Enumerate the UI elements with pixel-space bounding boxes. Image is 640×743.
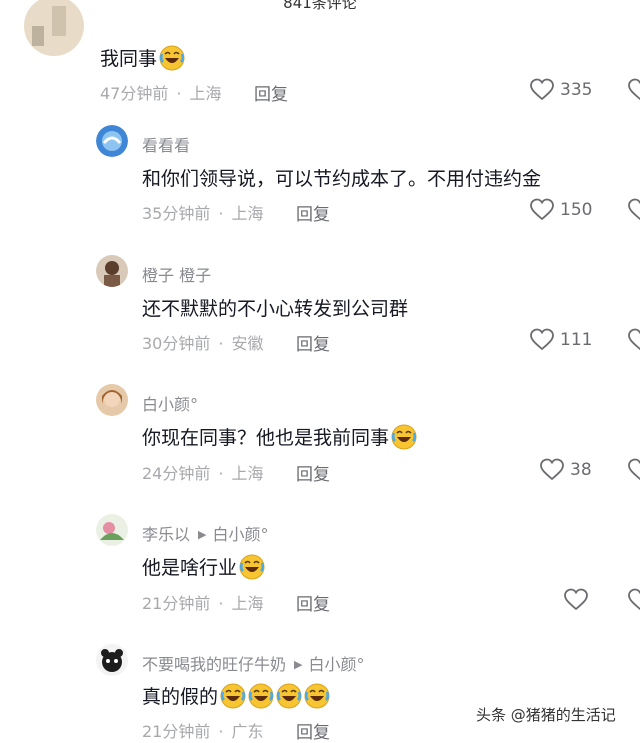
- heart-icon: [530, 328, 554, 350]
- comment-text: 你现在同事？他也是我前同事: [142, 423, 418, 450]
- comment-time: 21分钟前: [142, 722, 211, 741]
- comment-time: 30分钟前: [142, 334, 211, 353]
- comment-location: 上海: [231, 204, 264, 223]
- comment-text: 还不默默的不小心转发到公司群: [142, 298, 409, 320]
- reply-target-name: 白小颜°: [212, 525, 269, 544]
- heart-icon[interactable]: [628, 328, 640, 352]
- laugh-cry-emoji: [391, 423, 418, 450]
- reply-arrow-icon: ▶: [198, 528, 207, 541]
- commenter-name[interactable]: 橙子 橙子: [142, 262, 211, 286]
- comment-text: 和你们领导说，可以节约成本了。不用付违约金: [142, 168, 542, 190]
- laugh-cry-emoji: [304, 682, 331, 709]
- heart-icon: [564, 588, 588, 610]
- laugh-cry-emoji: [220, 682, 247, 709]
- comment-time: 21分钟前: [142, 594, 211, 613]
- comment-meta: 30分钟前 · 安徽: [142, 334, 264, 353]
- comment-text: 我同事: [100, 44, 186, 71]
- comment-time: 47分钟前: [100, 84, 169, 103]
- reply-button[interactable]: 回复: [296, 460, 330, 485]
- comment-location: 安徽: [231, 334, 264, 353]
- commenter-name[interactable]: 白小颜°: [142, 391, 198, 415]
- avatar[interactable]: [96, 255, 128, 287]
- like-button[interactable]: [564, 588, 594, 612]
- avatar[interactable]: [96, 644, 128, 676]
- heart-icon[interactable]: [628, 78, 640, 102]
- reply-button[interactable]: 回复: [296, 200, 330, 225]
- reply-button[interactable]: 回复: [254, 80, 288, 105]
- reply-target-name: 白小颜°: [308, 655, 365, 674]
- like-button[interactable]: 150: [530, 198, 592, 222]
- commenter-name[interactable]: 不要喝我的旺仔牛奶 ▶ 白小颜°: [142, 651, 365, 675]
- comment-location: 广东: [231, 722, 264, 741]
- avatar[interactable]: [96, 384, 128, 416]
- laugh-cry-emoji: [239, 553, 266, 580]
- like-count: 150: [560, 200, 593, 220]
- comment-text: 他是啥行业: [142, 553, 266, 580]
- comment-time: 35分钟前: [142, 204, 211, 223]
- comment-meta: 35分钟前 · 上海: [142, 204, 264, 223]
- reply-button[interactable]: 回复: [296, 330, 330, 355]
- heart-icon[interactable]: [628, 198, 640, 222]
- reply-button[interactable]: 回复: [296, 718, 330, 743]
- like-button[interactable]: 335: [530, 78, 592, 102]
- comment-meta: 21分钟前 · 广东: [142, 722, 264, 741]
- heart-icon[interactable]: [628, 458, 640, 482]
- laugh-cry-emoji: [159, 44, 186, 71]
- comment-meta: 24分钟前 · 上海: [142, 464, 264, 483]
- like-button[interactable]: 38: [540, 458, 592, 482]
- comment-text: 真的假的: [142, 682, 331, 709]
- like-count: 335: [560, 80, 593, 100]
- comment-location: 上海: [189, 84, 222, 103]
- avatar[interactable]: [24, 0, 84, 56]
- laugh-cry-emoji: [276, 682, 303, 709]
- reply-button[interactable]: 回复: [296, 590, 330, 615]
- laugh-cry-emoji: [248, 682, 275, 709]
- comment-time: 24分钟前: [142, 464, 211, 483]
- reply-arrow-icon: ▶: [294, 658, 303, 671]
- heart-icon: [530, 78, 554, 100]
- like-count: 111: [560, 330, 593, 350]
- comments-count-header: 841条评论: [283, 0, 357, 12]
- heart-icon[interactable]: [628, 588, 640, 612]
- avatar[interactable]: [96, 125, 128, 157]
- watermark: 头条 @猪猪的生活记: [476, 706, 616, 724]
- commenter-name[interactable]: 看看看: [142, 132, 190, 156]
- comment-meta: 21分钟前 · 上海: [142, 594, 264, 613]
- comment-location: 上海: [231, 464, 264, 483]
- commenter-name[interactable]: 李乐以 ▶ 白小颜°: [142, 521, 269, 545]
- comment-meta: 47分钟前 · 上海: [100, 84, 222, 103]
- like-count: 38: [570, 460, 592, 480]
- comment-location: 上海: [231, 594, 264, 613]
- heart-icon: [540, 458, 564, 480]
- like-button[interactable]: 111: [530, 328, 592, 352]
- avatar[interactable]: [96, 514, 128, 546]
- heart-icon: [530, 198, 554, 220]
